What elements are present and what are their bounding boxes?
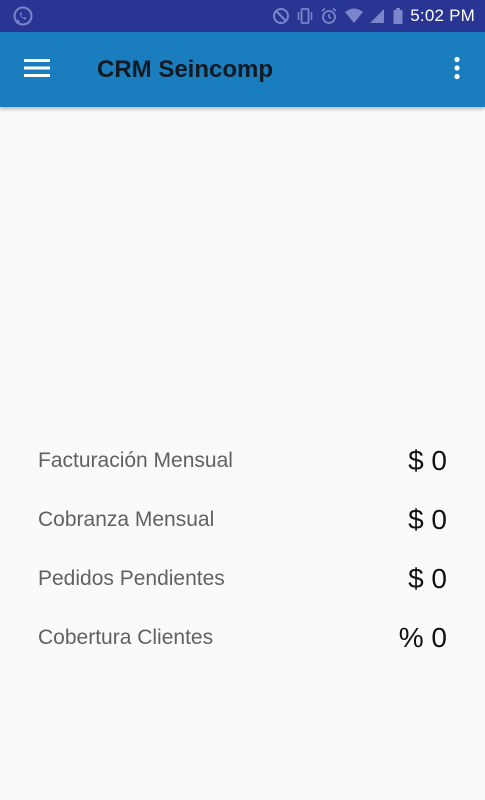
- battery-icon: [392, 7, 404, 25]
- summary-row-cobertura: Cobertura Clientes % 0: [38, 608, 447, 667]
- app-title: CRM Seincomp: [97, 56, 274, 83]
- summary-value: % 0: [398, 621, 447, 653]
- hamburger-menu-icon: [24, 58, 50, 83]
- overflow-menu-button[interactable]: [443, 48, 471, 92]
- app-bar: CRM Seincomp: [0, 32, 485, 107]
- summary-value: $ 0: [408, 503, 447, 535]
- summary-label: Cobranza Mensual: [38, 507, 215, 531]
- menu-button[interactable]: [14, 48, 60, 92]
- wifi-icon: [344, 7, 364, 25]
- whatsapp-icon: [12, 5, 34, 27]
- summary-row-facturacion: Facturación Mensual $ 0: [38, 431, 447, 490]
- status-bar: 5:02 PM: [0, 0, 485, 32]
- signal-icon: [368, 7, 386, 25]
- summary-label: Facturación Mensual: [38, 448, 233, 472]
- alarm-icon: [320, 7, 338, 25]
- summary-label: Cobertura Clientes: [38, 625, 214, 649]
- summary-list: Facturación Mensual $ 0 Cobranza Mensual…: [38, 431, 447, 667]
- summary-row-cobranza: Cobranza Mensual $ 0: [38, 490, 447, 549]
- summary-label: Pedidos Pendientes: [38, 566, 225, 590]
- status-icons: 5:02 PM: [272, 0, 475, 32]
- more-vert-icon: [453, 56, 461, 85]
- summary-row-pedidos: Pedidos Pendientes $ 0: [38, 549, 447, 608]
- vibrate-icon: [296, 7, 314, 25]
- blocked-icon: [272, 7, 290, 25]
- status-time: 5:02 PM: [410, 6, 475, 25]
- summary-value: $ 0: [408, 444, 447, 476]
- summary-value: $ 0: [408, 562, 447, 594]
